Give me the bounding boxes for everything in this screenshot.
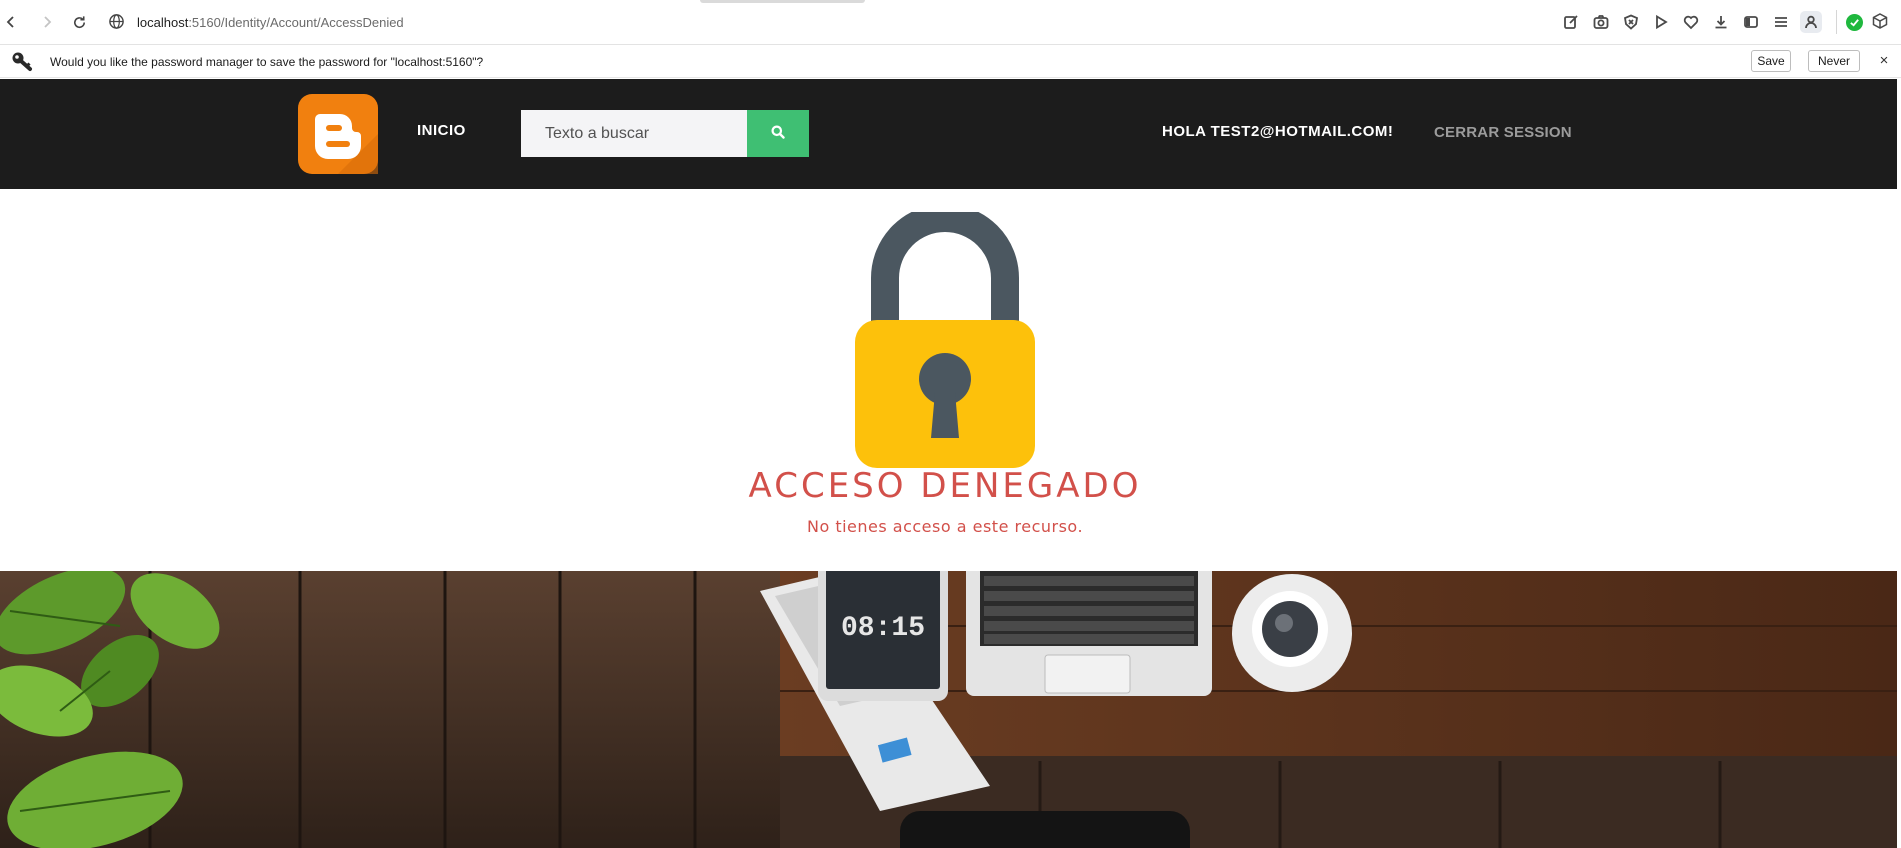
extension-check-icon[interactable] [1846,14,1863,31]
url-path: :5160/Identity/Account/AccessDenied [188,15,404,30]
hero-desk-image: 08:15 [0,571,1897,848]
scrollbar-gutter [1897,79,1901,848]
heart-icon[interactable] [1680,11,1702,33]
shield-icon[interactable] [1620,11,1642,33]
padlock-icon [853,204,1037,470]
sidebar-icon[interactable] [1740,11,1762,33]
blogger-logo[interactable] [298,94,378,174]
play-icon[interactable] [1650,11,1672,33]
page-title: ACCESO DENEGADO [748,466,1142,506]
toolbar-divider [1836,10,1837,34]
url-host: localhost [137,15,189,30]
address-bar[interactable]: localhost:5160/Identity/Account/AccessDe… [137,15,404,30]
tablet-clock: 08:15 [841,613,925,644]
menu-icon[interactable] [1770,11,1792,33]
tab-indicator [700,0,865,3]
save-password-button[interactable]: Save [1751,50,1791,72]
site-info-icon[interactable] [108,13,127,32]
search-button[interactable] [747,110,809,157]
search-input[interactable] [521,110,747,157]
password-manager-bar: Would you like the password manager to s… [0,45,1901,78]
never-save-button[interactable]: Never [1808,50,1860,72]
user-greeting[interactable]: HOLA TEST2@HOTMAIL.COM! [1162,123,1393,140]
page-subtitle: No tienes acceso a este recurso. [806,517,1084,536]
password-prompt-text: Would you like the password manager to s… [50,55,484,69]
site-navbar: INICIO HOLA TEST2@HOTMAIL.COM! CERRAR SE… [0,79,1897,189]
browser-tools [1560,10,1843,34]
browser-toolbar: localhost:5160/Identity/Account/AccessDe… [0,0,1901,45]
download-icon[interactable] [1710,11,1732,33]
key-icon [10,50,34,72]
back-icon[interactable] [0,11,22,33]
profile-icon[interactable] [1800,11,1822,33]
extension-box-icon[interactable] [1871,12,1891,32]
camera-icon[interactable] [1590,11,1612,33]
close-icon[interactable]: × [1875,51,1893,69]
logout-link[interactable]: CERRAR SESSION [1434,124,1572,141]
forward-icon[interactable] [36,11,58,33]
edit-icon[interactable] [1560,11,1582,33]
reload-icon[interactable] [68,11,90,33]
nav-home-link[interactable]: INICIO [417,122,466,139]
search-icon [771,125,785,142]
